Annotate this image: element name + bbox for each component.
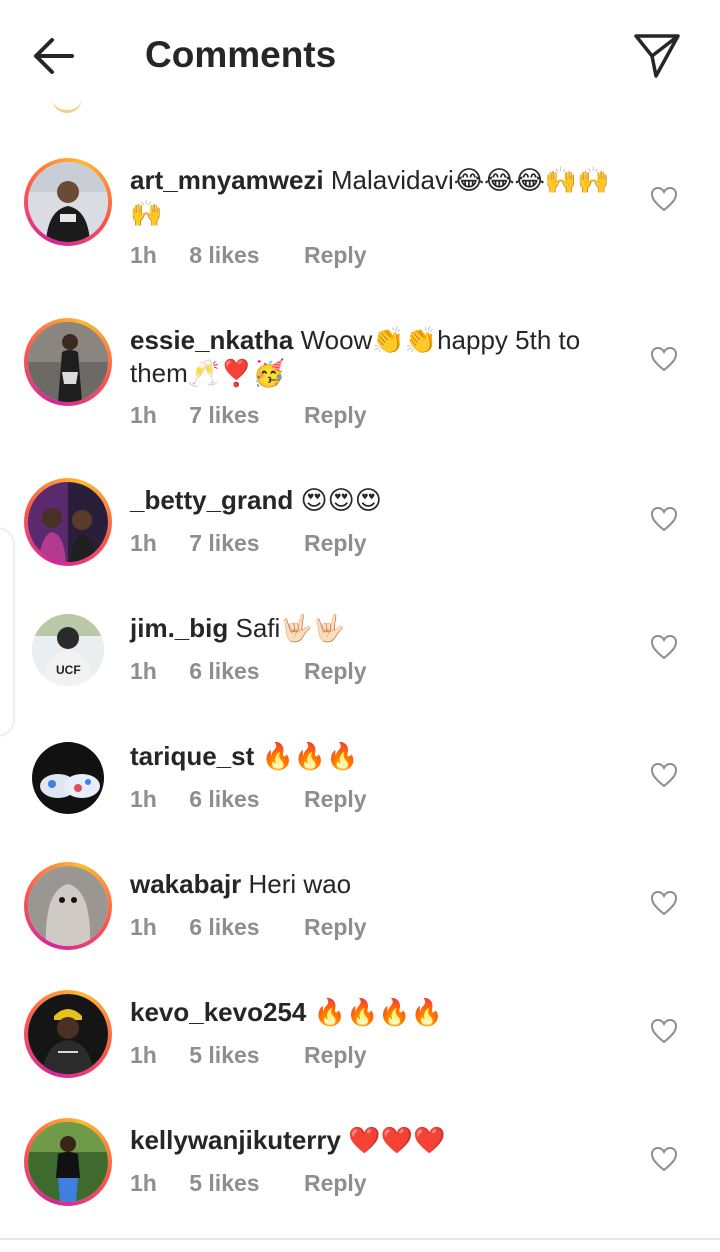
comment-username[interactable]: tarique_st: [130, 741, 254, 771]
comment-username[interactable]: essie_nkatha: [130, 325, 293, 355]
comment-text: essie_nkatha Woow👏👏happy 5th to them🥂❣️🥳: [130, 324, 620, 390]
avatar[interactable]: [24, 862, 112, 950]
comment-likes[interactable]: 6 likes: [189, 914, 259, 941]
comment-username[interactable]: art_mnyamwezi: [130, 165, 324, 195]
comment-text: wakabajr Heri wao: [130, 868, 620, 901]
previous-comment-avatar-edge: [52, 96, 82, 113]
comment-text: _betty_grand 😍😍😍: [130, 484, 620, 517]
avatar-photo: [28, 322, 108, 402]
reply-button[interactable]: Reply: [304, 1170, 367, 1197]
back-button[interactable]: [26, 30, 86, 82]
heart-icon: [650, 1018, 678, 1044]
heart-icon: [650, 634, 678, 660]
comment-time: 1h: [130, 242, 157, 268]
comment-time: 1h: [130, 1042, 157, 1068]
avatar-photo: [28, 866, 108, 946]
comment-text: kellywanjikuterry ❤️❤️❤️: [130, 1124, 620, 1157]
comment-time: 1h: [130, 786, 157, 812]
avatar-photo: [28, 482, 108, 562]
like-button[interactable]: [650, 186, 678, 212]
comment-body: 🔥🔥🔥: [261, 741, 359, 771]
comment-meta: 1h 7 likes Reply: [130, 530, 393, 557]
comment-likes[interactable]: 5 likes: [189, 1042, 259, 1069]
page-title: Comments: [145, 34, 337, 75]
avatar[interactable]: [24, 318, 112, 406]
avatar-photo: [32, 742, 104, 814]
svg-text:UCF: UCF: [56, 663, 81, 677]
comment-time: 1h: [130, 658, 157, 684]
heart-icon: [650, 506, 678, 532]
comment-username[interactable]: kellywanjikuterry: [130, 1125, 341, 1155]
comment-likes[interactable]: 7 likes: [189, 402, 259, 429]
comment-username[interactable]: kevo_kevo254: [130, 997, 306, 1027]
share-button[interactable]: [628, 26, 686, 84]
comment-time: 1h: [130, 402, 157, 428]
like-button[interactable]: [650, 1146, 678, 1172]
like-button[interactable]: [650, 346, 678, 372]
reply-button[interactable]: Reply: [304, 1042, 367, 1069]
like-button[interactable]: [650, 762, 678, 788]
heart-icon: [650, 346, 678, 372]
comment-username[interactable]: _betty_grand: [130, 485, 293, 515]
comment-likes[interactable]: 5 likes: [189, 1170, 259, 1197]
comment-body: Safi🤟🏻🤟🏻: [235, 613, 346, 643]
avatar[interactable]: [24, 478, 112, 566]
avatar[interactable]: UCF: [32, 614, 104, 686]
reply-button[interactable]: Reply: [304, 914, 367, 941]
comment-likes[interactable]: 7 likes: [189, 530, 259, 557]
comment-meta: 1h 5 likes Reply: [130, 1042, 393, 1069]
like-button[interactable]: [650, 1018, 678, 1044]
like-button[interactable]: [650, 506, 678, 532]
reply-button[interactable]: Reply: [304, 530, 367, 557]
comment-body: Heri wao: [248, 869, 352, 899]
avatar-photo: UCF: [32, 614, 104, 686]
edge-panel-handle[interactable]: [0, 528, 14, 736]
header-bar: Comments: [0, 0, 720, 113]
heart-icon: [650, 762, 678, 788]
paper-plane-icon: [634, 34, 680, 78]
comment-meta: 1h 7 likes Reply: [130, 402, 393, 429]
reply-button[interactable]: Reply: [304, 786, 367, 813]
like-button[interactable]: [650, 890, 678, 916]
avatar[interactable]: [24, 158, 112, 246]
comment-time: 1h: [130, 914, 157, 940]
reply-button[interactable]: Reply: [304, 402, 367, 429]
comment-meta: 1h 8 likes Reply: [130, 242, 393, 269]
comment-username[interactable]: wakabajr: [130, 869, 241, 899]
comment-body: ❤️❤️❤️: [348, 1125, 446, 1155]
comment-meta: 1h 6 likes Reply: [130, 786, 393, 813]
avatar-photo: [28, 1122, 108, 1202]
reply-button[interactable]: Reply: [304, 242, 367, 269]
comment-likes[interactable]: 6 likes: [189, 658, 259, 685]
comment-body: 😍😍😍: [300, 485, 382, 515]
heart-icon: [650, 890, 678, 916]
heart-icon: [650, 1146, 678, 1172]
comment-time: 1h: [130, 1170, 157, 1196]
reply-button[interactable]: Reply: [304, 658, 367, 685]
comment-meta: 1h 6 likes Reply: [130, 914, 393, 941]
avatar[interactable]: [24, 1118, 112, 1206]
comment-time: 1h: [130, 530, 157, 556]
avatar[interactable]: [32, 742, 104, 814]
bottom-divider: [0, 1238, 720, 1240]
comment-likes[interactable]: 6 likes: [189, 786, 259, 813]
comment-text: art_mnyamwezi Malavidavi😂😂😂🙌🙌🙌: [130, 164, 620, 230]
arrow-left-icon: [34, 38, 74, 74]
comment-text: kevo_kevo254 🔥🔥🔥🔥: [130, 996, 620, 1029]
comment-meta: 1h 6 likes Reply: [130, 658, 393, 685]
avatar[interactable]: [24, 990, 112, 1078]
comment-body: 🔥🔥🔥🔥: [313, 997, 444, 1027]
heart-icon: [650, 186, 678, 212]
comment-likes[interactable]: 8 likes: [189, 242, 259, 269]
avatar-photo: [28, 162, 108, 242]
comment-text: tarique_st 🔥🔥🔥: [130, 740, 620, 773]
comment-username[interactable]: jim._big: [130, 613, 228, 643]
like-button[interactable]: [650, 634, 678, 660]
comment-text: jim._big Safi🤟🏻🤟🏻: [130, 612, 620, 645]
avatar-photo: [28, 994, 108, 1074]
comment-meta: 1h 5 likes Reply: [130, 1170, 393, 1197]
